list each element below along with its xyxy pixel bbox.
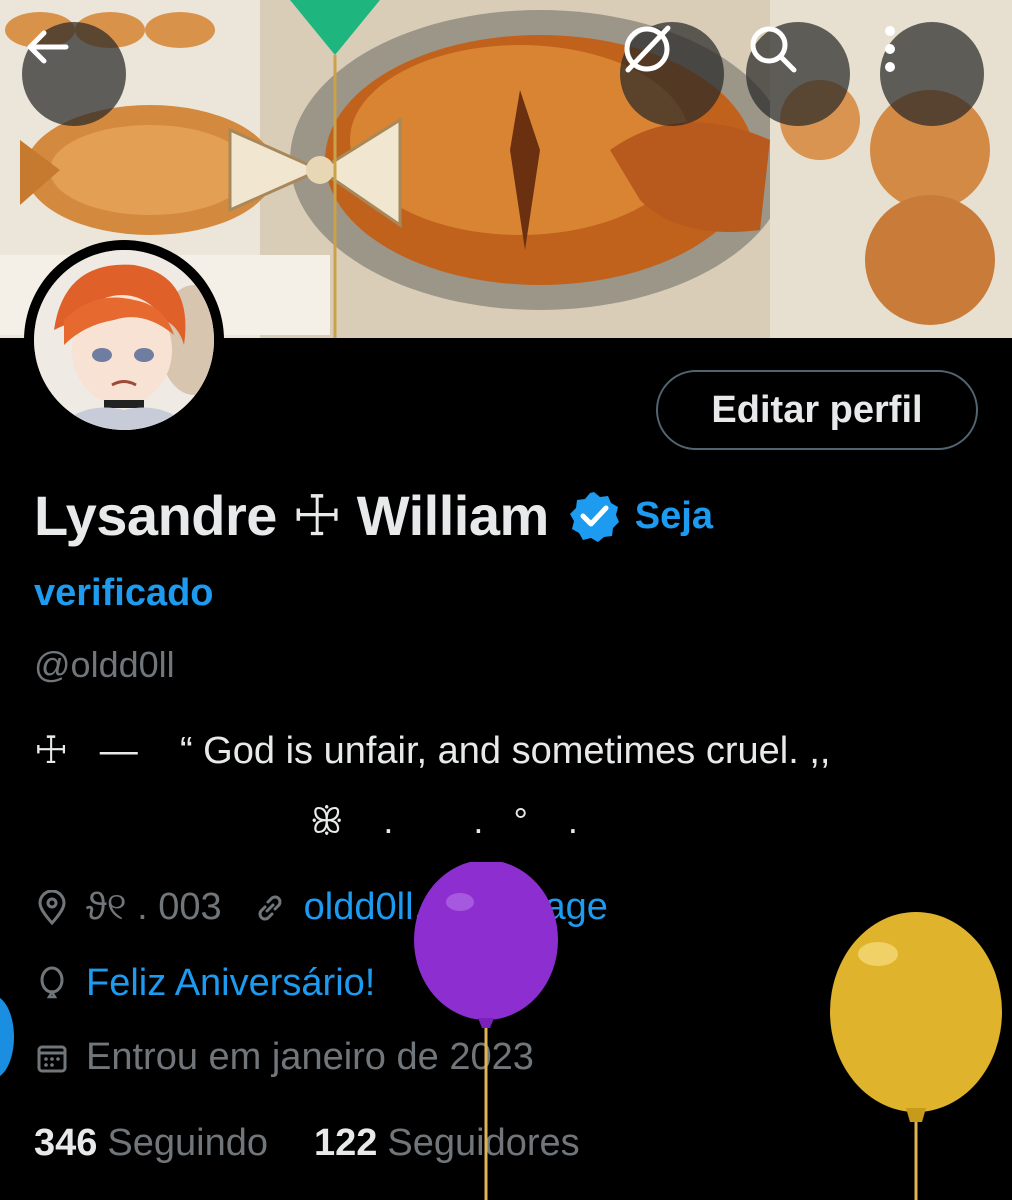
search-button[interactable]	[746, 22, 850, 126]
followers-count: 122	[314, 1122, 378, 1164]
more-button[interactable]	[880, 22, 984, 126]
grok-icon	[624, 25, 671, 73]
grok-button[interactable]	[620, 22, 724, 126]
location-text: ϑ୧ . 003	[86, 886, 222, 928]
blue-balloon-decoration	[0, 997, 14, 1077]
calendar-icon	[37, 1045, 67, 1072]
following-label: Seguindo	[107, 1122, 268, 1164]
edit-profile-button[interactable]: Editar perfil	[656, 370, 978, 450]
yellow-balloon-decoration	[830, 912, 1002, 1200]
purple-balloon-decoration	[414, 862, 558, 1200]
search-icon	[750, 26, 797, 73]
bio-line-2: ꕥ . . ° .	[310, 800, 578, 841]
name-row: Lysandre ☩ William Seja	[34, 476, 713, 556]
arrow-left-icon	[27, 30, 69, 64]
bio-line-1: ☩ — “ God is unfair, and sometimes cruel…	[34, 730, 831, 772]
more-vertical-icon	[885, 26, 895, 72]
avatar[interactable]	[24, 240, 224, 440]
verified-badge-icon[interactable]	[567, 489, 621, 543]
get-verified-link[interactable]: Seja	[635, 495, 713, 538]
following-stat[interactable]: 346 Seguindo	[34, 1122, 268, 1165]
birthday-text[interactable]: Feliz Aniversário!	[86, 962, 375, 1005]
back-button[interactable]	[22, 22, 126, 126]
link-icon	[258, 895, 282, 920]
balloon-icon	[40, 966, 64, 998]
location-pin-icon	[38, 889, 66, 925]
display-name: Lysandre ☩ William	[34, 484, 549, 547]
avatar-image	[34, 250, 214, 430]
get-verified-link-continued[interactable]: verificado	[34, 572, 214, 615]
following-count: 346	[34, 1122, 98, 1164]
username-handle: @oldd0ll	[34, 644, 175, 685]
birthday-row: Feliz Aniversário!	[34, 962, 375, 1005]
